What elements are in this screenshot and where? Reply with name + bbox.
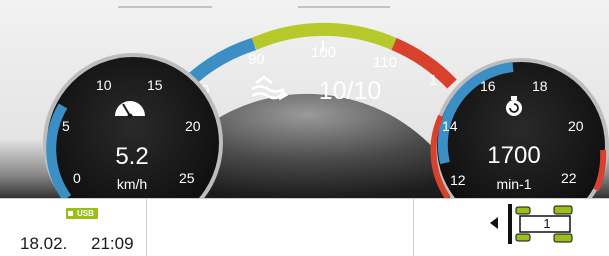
center-gauge-value: 10/10 <box>319 77 382 105</box>
rpm-tick-label-16: 16 <box>480 78 496 94</box>
rpm-tick-label-18: 18 <box>532 78 548 94</box>
tractor-number: 1 <box>543 216 550 231</box>
speed-tick-label-10: 10 <box>96 77 112 93</box>
instrument-cluster: 0 90 100 110 1 10/10 0 5 10 15 20 25 5.2… <box>0 0 609 198</box>
status-divider-right <box>413 199 414 256</box>
speed-tick-label-15: 15 <box>147 77 163 93</box>
rpm-unit: min-1 <box>496 176 531 192</box>
wheel-front-left <box>515 206 531 215</box>
date-display: 18.02. <box>20 234 68 253</box>
speed-tick-label-20: 20 <box>185 118 201 134</box>
time-display: 21:09 <box>91 234 134 253</box>
wheel-rear-left <box>553 205 573 215</box>
tractor-dashboard-screen: 0 90 100 110 1 10/10 0 5 10 15 20 25 5.2… <box>0 0 609 256</box>
rpm-tick-label-14: 14 <box>442 118 458 134</box>
rpm-tick-label-12: 12 <box>450 172 466 188</box>
rpm-tick-label-22: 22 <box>561 170 577 186</box>
usb-status-badge[interactable]: USB <box>66 208 98 219</box>
rpm-tick-label-20: 20 <box>568 118 584 134</box>
wheel-front-right <box>515 233 531 242</box>
tractor-top-view-icon: 1 <box>490 204 573 244</box>
speed-unit: km/h <box>117 176 147 192</box>
speed-tick-label-5: 5 <box>62 118 70 134</box>
left-arrow-icon <box>490 217 498 229</box>
center-tick-label-partial-right: 1 <box>429 72 437 89</box>
implement-selector[interactable]: 1 <box>490 202 584 248</box>
status-divider-left <box>146 199 147 256</box>
speed-tick-label-0: 0 <box>73 170 81 186</box>
speed-tick-label-25: 25 <box>179 170 195 186</box>
rpm-value: 1700 <box>487 142 540 169</box>
center-tick-label-100: 100 <box>311 44 336 61</box>
speed-value: 5.2 <box>115 143 148 170</box>
center-tick-label-90: 90 <box>248 51 265 68</box>
hitch-bar <box>508 204 512 244</box>
wheel-rear-right <box>553 233 573 243</box>
center-tick-label-110: 110 <box>373 54 397 71</box>
